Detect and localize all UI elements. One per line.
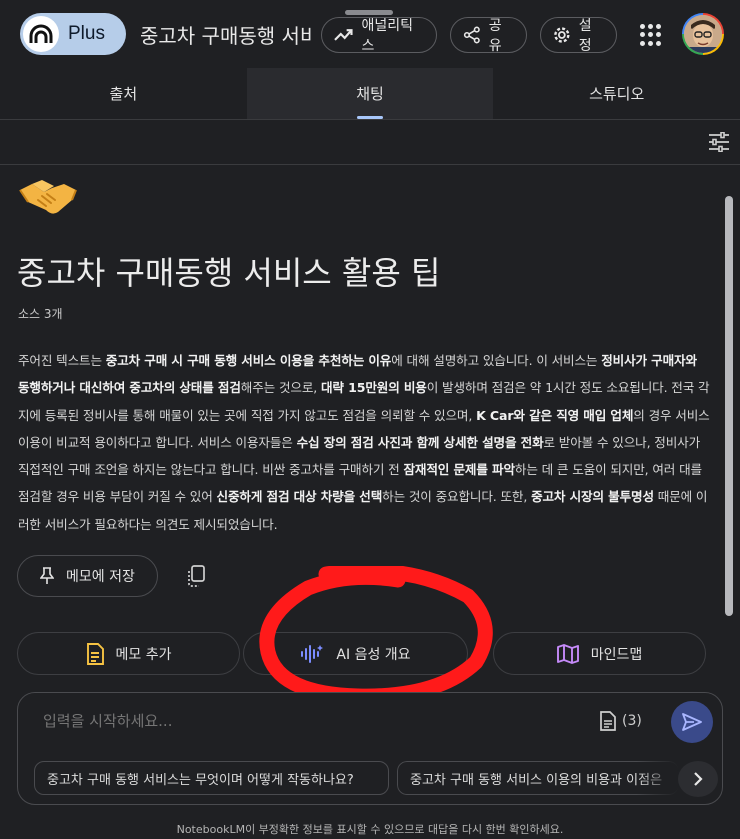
suggestions-next-button[interactable] (678, 761, 718, 797)
suggestion-chip-2-label: 중고차 구매 동행 서비스 이용의 비용과 이점은 (410, 772, 663, 788)
share-icon (463, 26, 480, 44)
avatar[interactable] (682, 13, 724, 55)
share-button[interactable]: 공유 (450, 17, 527, 54)
summary-highlight: 신중하게 점검 대상 차량을 선택 (216, 489, 383, 505)
scrollbar[interactable] (725, 196, 733, 616)
tab-chat-label: 채팅 (356, 85, 384, 103)
summary-highlight: 잠재적인 문제를 파악 (403, 462, 515, 478)
plus-label: Plus (68, 23, 105, 44)
share-label: 공유 (488, 18, 502, 54)
suggestion-chip-1-label: 중고차 구매 동행 서비스는 무엇이며 어떻게 작동하나요? (47, 772, 354, 788)
tab-studio-label: 스튜디오 (589, 85, 645, 103)
send-button[interactable] (671, 701, 713, 743)
notebooklm-plus-logo[interactable]: Plus (20, 13, 126, 55)
save-to-memo-button[interactable]: 메모에 저장 (17, 555, 158, 597)
analytics-label: 애널리틱스 (361, 18, 413, 54)
summary-highlight: K Car와 같은 직영 매입 업체 (476, 407, 634, 423)
chat-composer: (3) 중고차 구매 동행 서비스는 무엇이며 어떻게 작동하나요? 중고차 구… (17, 692, 723, 805)
document-icon (600, 711, 616, 731)
disclaimer-text: NotebookLM이 부정확한 정보를 표시할 수 있으므로 대답을 다시 한… (176, 823, 564, 836)
note-summary: 주어진 텍스트는 중고차 구매 시 구매 동행 서비스 이용을 추천하는 이유에… (18, 347, 710, 538)
source-count: 소스 3개 (18, 307, 63, 321)
apps-grid-icon[interactable] (640, 24, 662, 46)
chat-input[interactable] (43, 712, 543, 730)
add-memo-button[interactable]: 메모 추가 (17, 632, 240, 675)
mindmap-label: 마인드맵 (590, 646, 643, 663)
top-bar: Plus 중고차 구매동행 서비 애널리틱스 공유 설정 (0, 0, 740, 68)
notebook-title[interactable]: 중고차 구매동행 서비 (140, 20, 312, 49)
add-memo-label: 메모 추가 (115, 646, 172, 663)
suggestion-chip-1[interactable]: 중고차 구매 동행 서비스는 무엇이며 어떻게 작동하나요? (34, 761, 389, 795)
main-tabs: 출처 채팅 스튜디오 (0, 68, 740, 120)
save-to-memo-label: 메모에 저장 (66, 569, 135, 585)
analytics-button[interactable]: 애널리틱스 (321, 17, 437, 54)
chat-toolstrip (0, 121, 740, 165)
map-icon (556, 643, 579, 664)
tune-icon[interactable] (708, 132, 730, 152)
summary-text: 해주는 것으로, (240, 380, 321, 396)
summary-text: 하는 것이 중요합니다. 또한, (382, 489, 532, 505)
gear-icon (554, 27, 570, 43)
suggestion-chip-2[interactable]: 중고차 구매 동행 서비스 이용의 비용과 이점은 (397, 761, 679, 795)
copy-icon[interactable] (186, 565, 206, 587)
source-count-badge: (3) (622, 713, 642, 729)
tab-studio[interactable]: 스튜디오 (493, 68, 740, 119)
settings-button[interactable]: 설정 (540, 17, 617, 54)
note-title: 중고차 구매동행 서비스 활용 팁 (17, 254, 441, 292)
tab-sources[interactable]: 출처 (0, 68, 247, 119)
send-icon (682, 713, 702, 731)
summary-highlight: 대략 15만원의 비용 (320, 380, 427, 396)
settings-label: 설정 (578, 18, 592, 54)
trending-up-icon (334, 29, 353, 41)
tab-chat[interactable]: 채팅 (246, 68, 494, 119)
summary-highlight: 수십 장의 점검 사진과 함께 상세한 설명을 전화 (296, 434, 544, 450)
summary-highlight: 중고차 시장의 불투명성 (531, 489, 654, 505)
handshake-icon (19, 180, 77, 214)
summary-highlight: 중고차 구매 시 구매 동행 서비스 이용을 추천하는 이유 (105, 353, 392, 368)
pin-icon (40, 567, 54, 584)
summary-text: 에 대해 설명하고 있습니다. 이 서비스는 (391, 353, 602, 368)
source-selector[interactable]: (3) (600, 711, 642, 731)
note-doc-icon (86, 642, 104, 665)
mindmap-button[interactable]: 마인드맵 (493, 632, 706, 675)
red-annotation-circle (259, 566, 493, 704)
summary-text: 주어진 텍스트는 (18, 353, 106, 368)
tab-sources-label: 출처 (109, 85, 138, 103)
chevron-right-icon (694, 772, 703, 786)
notebooklm-logo-icon (23, 16, 59, 52)
